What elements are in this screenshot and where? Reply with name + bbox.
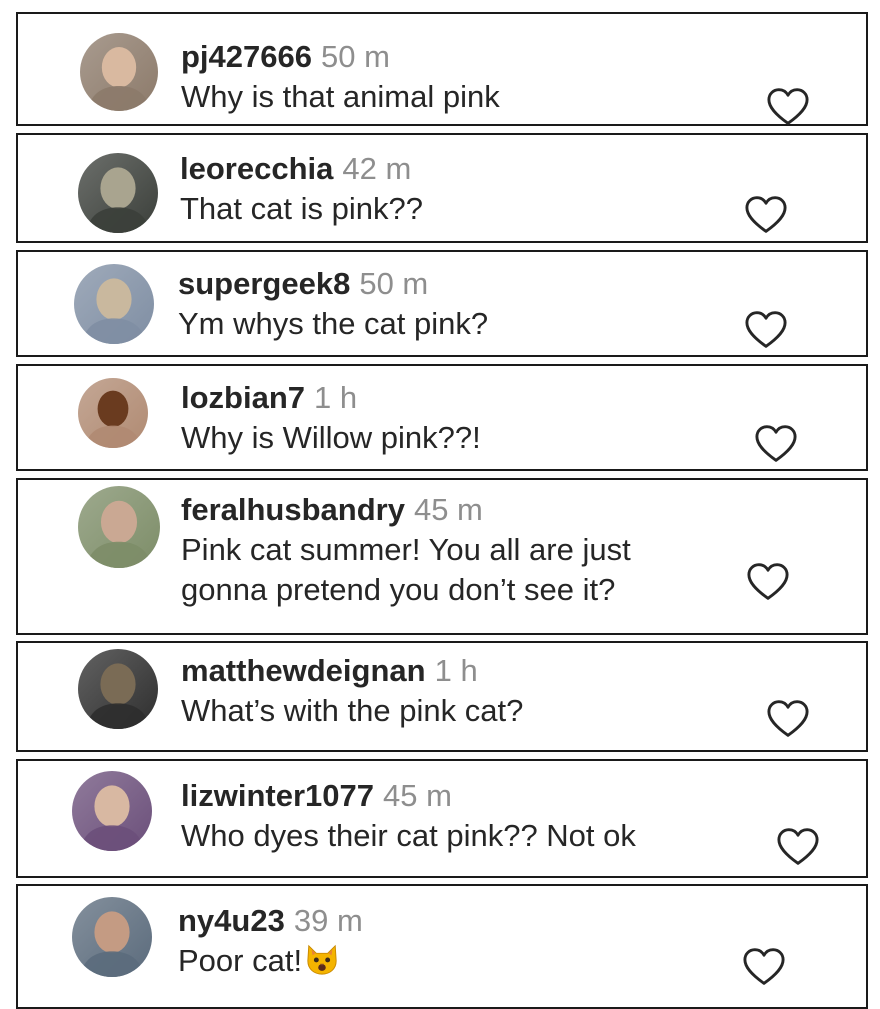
timestamp: 50 m bbox=[321, 39, 390, 74]
avatar[interactable] bbox=[78, 153, 158, 233]
comment-body: lozbian7 1 h Why is Willow pink??! bbox=[181, 378, 481, 458]
comment-item: ny4u23 39 m Poor cat! bbox=[16, 884, 868, 1009]
comment-text-line: Why is Willow pink??! bbox=[181, 420, 481, 455]
comment-body: lizwinter1077 45 m Who dyes their cat pink… bbox=[181, 776, 636, 856]
comment-header: pj427666 50 m bbox=[181, 37, 500, 77]
comment-text-line: Pink cat summer! You all are just bbox=[181, 532, 631, 567]
comment-header: lozbian7 1 h bbox=[181, 378, 481, 418]
timestamp: 39 m bbox=[293, 903, 363, 938]
comment-text: That cat is pink?? bbox=[180, 189, 423, 229]
username-link[interactable]: feralhusbandry bbox=[181, 492, 405, 527]
avatar[interactable] bbox=[78, 486, 160, 568]
comment-body: supergeek8 50 m Ym whys the cat pink? bbox=[178, 264, 488, 344]
comment-header: matthewdeignan 1 h bbox=[181, 651, 523, 691]
timestamp: 45 m bbox=[413, 492, 483, 527]
like-button[interactable] bbox=[766, 699, 810, 739]
comment-body: matthewdeignan 1 h What’s with the pink ca… bbox=[181, 651, 523, 731]
like-button[interactable] bbox=[766, 87, 810, 127]
comment-text: Who dyes their cat pink?? Not ok bbox=[181, 816, 636, 856]
comment-item: pj427666 50 m Why is that animal pink bbox=[16, 12, 868, 126]
comment-item: lozbian7 1 h Why is Willow pink??! bbox=[16, 364, 868, 471]
like-button[interactable] bbox=[776, 827, 820, 867]
comment-item: supergeek8 50 m Ym whys the cat pink? bbox=[16, 250, 868, 357]
comment-item: leorecchia 42 m That cat is pink?? bbox=[16, 133, 868, 243]
cat-face-emoji bbox=[305, 942, 339, 976]
heart-outline-icon bbox=[776, 827, 820, 867]
comment-item: matthewdeignan 1 h What’s with the pink ca… bbox=[16, 641, 868, 752]
comment-text-line: Ym whys the cat pink? bbox=[178, 306, 489, 341]
heart-outline-icon bbox=[742, 947, 786, 987]
comment-text-line: That cat is pink?? bbox=[180, 191, 423, 226]
username-link[interactable]: supergeek8 bbox=[178, 266, 350, 301]
comment-text: What’s with the pink cat? bbox=[181, 691, 523, 731]
avatar[interactable] bbox=[78, 378, 148, 448]
comment-body: leorecchia 42 m That cat is pink?? bbox=[180, 149, 423, 229]
heart-outline-icon bbox=[766, 699, 810, 739]
comment-text-line: Why is that animal pink bbox=[181, 79, 500, 114]
heart-outline-icon bbox=[754, 424, 798, 464]
like-button[interactable] bbox=[744, 195, 788, 235]
comment-text: Pink cat summer! You all are just bbox=[181, 530, 631, 570]
like-button[interactable] bbox=[754, 424, 798, 464]
comment-text-line: What’s with the pink cat? bbox=[181, 693, 524, 728]
comment-body: pj427666 50 m Why is that animal pink bbox=[181, 37, 500, 117]
username-link[interactable]: lozbian7 bbox=[181, 380, 305, 415]
heart-outline-icon bbox=[766, 87, 810, 127]
comment-text: Poor cat! bbox=[178, 941, 363, 981]
comment-header: feralhusbandry 45 m bbox=[181, 490, 631, 530]
timestamp: 42 m bbox=[342, 151, 412, 186]
username-link[interactable]: leorecchia bbox=[180, 151, 333, 186]
comment-text: Why is Willow pink??! bbox=[181, 418, 481, 458]
like-button[interactable] bbox=[742, 947, 786, 987]
comment-text-line: Poor cat! bbox=[178, 943, 303, 978]
comment-header: ny4u23 39 m bbox=[178, 901, 363, 941]
like-button[interactable] bbox=[746, 562, 790, 602]
comment-text-line: Who dyes their cat pink?? Not ok bbox=[181, 818, 636, 853]
timestamp: 50 m bbox=[359, 266, 429, 301]
avatar[interactable] bbox=[72, 771, 152, 851]
comment-header: supergeek8 50 m bbox=[178, 264, 488, 304]
comment-text-line: gonna pretend you don’t see it? bbox=[181, 572, 616, 607]
comment-item: lizwinter1077 45 m Who dyes their cat pink… bbox=[16, 759, 868, 878]
timestamp: 1 h bbox=[434, 653, 478, 688]
avatar[interactable] bbox=[74, 264, 154, 344]
avatar[interactable] bbox=[80, 33, 158, 111]
username-link[interactable]: lizwinter1077 bbox=[181, 778, 374, 813]
like-button[interactable] bbox=[744, 310, 788, 350]
avatar[interactable] bbox=[78, 649, 158, 729]
heart-outline-icon bbox=[744, 310, 788, 350]
timestamp: 1 h bbox=[314, 380, 358, 415]
username-link[interactable]: matthewdeignan bbox=[181, 653, 426, 688]
comment-text: gonna pretend you don’t see it? bbox=[181, 570, 631, 610]
heart-outline-icon bbox=[744, 195, 788, 235]
avatar[interactable] bbox=[72, 897, 152, 977]
comment-header: leorecchia 42 m bbox=[180, 149, 423, 189]
username-link[interactable]: pj427666 bbox=[181, 39, 312, 74]
heart-outline-icon bbox=[746, 562, 790, 602]
comment-text: Ym whys the cat pink? bbox=[178, 304, 488, 344]
username-link[interactable]: ny4u23 bbox=[178, 903, 285, 938]
comment-body: ny4u23 39 m Poor cat! bbox=[178, 901, 363, 981]
comment-text: Why is that animal pink bbox=[181, 77, 500, 117]
comment-item: feralhusbandry 45 m Pink cat summer! You a… bbox=[16, 478, 868, 635]
timestamp: 45 m bbox=[382, 778, 452, 813]
comment-header: lizwinter1077 45 m bbox=[181, 776, 636, 816]
comment-body: feralhusbandry 45 m Pink cat summer! You a… bbox=[181, 490, 631, 610]
